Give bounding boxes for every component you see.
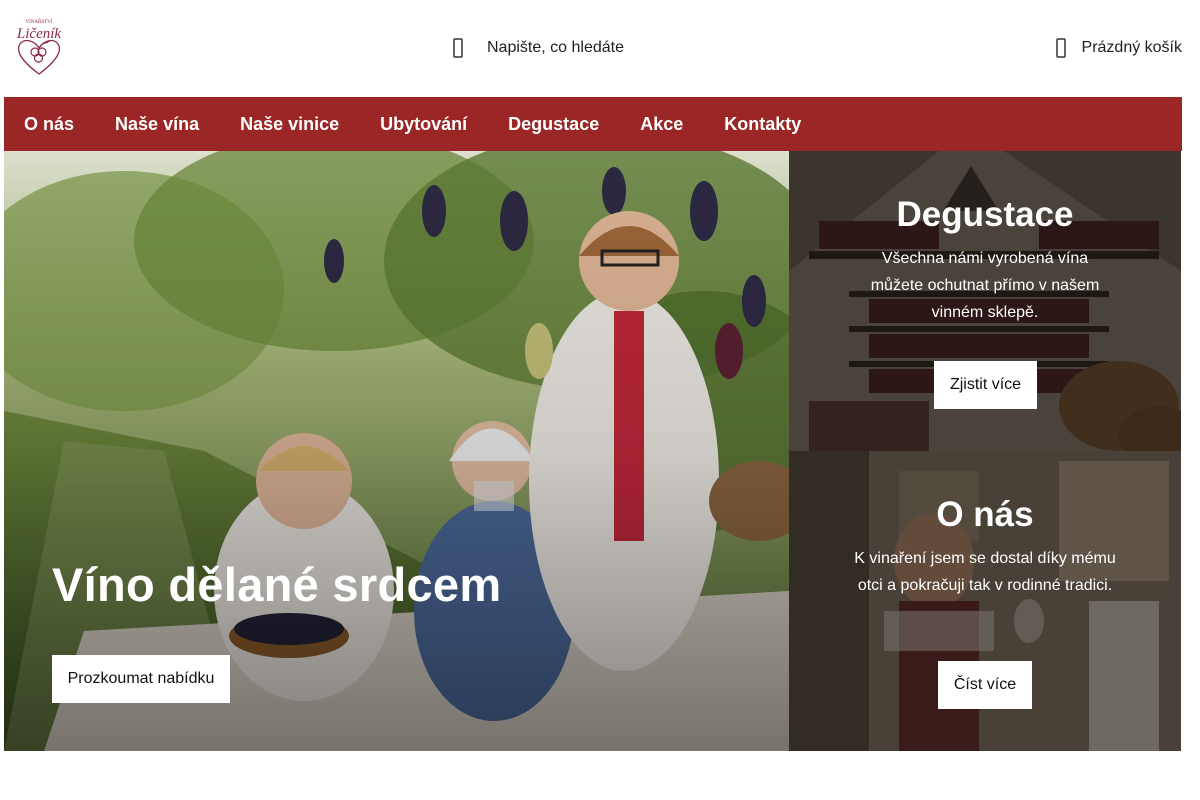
search-icon xyxy=(453,38,463,58)
search-input[interactable]: Napište, co hledáte xyxy=(487,39,624,57)
cart-label: Prázdný košík xyxy=(1081,39,1182,56)
nav-item-degustace[interactable]: Degustace xyxy=(508,97,599,151)
about-text: K vinaření jsem se dostal díky mému otci… xyxy=(854,550,1116,594)
tasting-panel: Degustace Všechna námi vyrobená vína můž… xyxy=(789,151,1181,451)
logo[interactable]: VINAŘSTVÍ Ličeník xyxy=(10,16,68,76)
nav-item-akce[interactable]: Akce xyxy=(640,97,683,151)
logo-text-top: VINAŘSTVÍ xyxy=(26,19,53,25)
about-panel: O nás K vinaření jsem se dostal díky mém… xyxy=(789,451,1181,751)
hero-title: Víno dělané srdcem xyxy=(52,558,502,611)
site-header: VINAŘSTVÍ Ličeník Napište, co hledáte Pr… xyxy=(0,0,1200,96)
tasting-text: Všechna námi vyrobená vína můžete ochutn… xyxy=(870,250,1100,321)
hero-banner: Víno dělané srdcem Prozkoumat nabídku xyxy=(4,151,789,751)
shopping-bag-icon xyxy=(1055,38,1066,58)
tasting-title: Degustace xyxy=(896,195,1074,234)
about-title: O nás xyxy=(936,495,1034,534)
search-bar[interactable]: Napište, co hledáte xyxy=(452,34,624,62)
nav-item-nase-vinice[interactable]: Naše vinice xyxy=(240,97,339,151)
main-navigation: O nás Naše vína Naše vinice Ubytování De… xyxy=(4,97,1182,151)
learn-more-button[interactable]: Zjistit více xyxy=(934,361,1037,409)
nav-item-nase-vina[interactable]: Naše vína xyxy=(115,97,199,151)
nav-item-o-nas[interactable]: O nás xyxy=(24,97,74,151)
cart-button[interactable]: Prázdný košík xyxy=(1055,34,1182,62)
nav-item-kontakty[interactable]: Kontakty xyxy=(724,97,801,151)
explore-offer-button[interactable]: Prozkoumat nabídku xyxy=(52,655,230,703)
nav-item-ubytovani[interactable]: Ubytování xyxy=(380,97,467,151)
logo-image: VINAŘSTVÍ Ličeník xyxy=(16,19,61,75)
logo-text-main: Ličeník xyxy=(16,26,61,42)
read-more-button[interactable]: Číst více xyxy=(938,661,1032,709)
